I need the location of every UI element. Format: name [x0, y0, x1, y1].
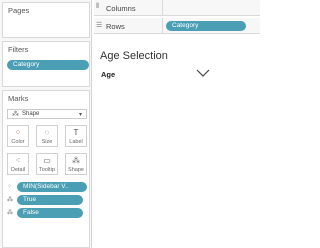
rows-icon: ☰ — [96, 22, 103, 29]
rows-pill-category[interactable]: Category — [166, 21, 246, 31]
detail-icon: ⁖ — [15, 156, 21, 165]
marks-tooltip-label: Tooltip — [39, 167, 55, 173]
shape-icon: ⁂ — [12, 111, 19, 118]
filters-card[interactable]: Filters Category — [2, 41, 90, 87]
mark-type-label: Shape — [22, 111, 40, 117]
shelf-divider — [162, 18, 163, 34]
view-title: Age Selection — [100, 50, 168, 62]
pages-card: Pages — [2, 2, 90, 38]
shape-icon: ⁂ — [72, 156, 80, 165]
shelf-divider — [162, 0, 163, 16]
encoding-pill-sidebar-value[interactable]: MIN(Sidebar V.. — [17, 182, 87, 192]
rows-shelf-label: Rows — [106, 22, 125, 31]
marks-detail-label: Detail — [10, 167, 26, 173]
marks-label-label: Label — [69, 139, 83, 145]
pages-card-title: Pages — [8, 6, 30, 15]
marks-tooltip-button[interactable]: ▭ Tooltip — [36, 153, 58, 175]
mark-type-dropdown[interactable]: ⁂ Shape ▾ — [7, 109, 87, 119]
filter-pill-category[interactable]: Category — [7, 60, 89, 70]
detail-icon: ⁘ — [7, 184, 13, 190]
size-icon: ◌ — [44, 128, 50, 137]
encoding-row: ⁂ False — [7, 208, 91, 218]
encoding-row: ⁘ MIN(Sidebar V.. — [7, 182, 91, 192]
tooltip-icon: ▭ — [43, 156, 51, 165]
marks-card: Marks ⁂ Shape ▾ ⁘ Color ◌ Size T Label ⁖… — [2, 90, 90, 248]
encoding-pill-false[interactable]: False — [17, 208, 83, 218]
columns-icon: ⦀ — [96, 3, 100, 10]
label-icon: T — [73, 128, 79, 137]
marks-detail-button[interactable]: ⁖ Detail — [7, 153, 29, 175]
chevron-down-icon: ▾ — [78, 112, 82, 118]
columns-shelf-label: Columns — [106, 4, 136, 13]
left-pane: Pages Filters Category Marks ⁂ Shape ▾ ⁘… — [0, 0, 92, 248]
color-dots-icon: ⁘ — [14, 128, 22, 137]
marks-shape-label: Shape — [68, 167, 84, 173]
shape-icon: ⁂ — [7, 197, 13, 203]
marks-size-label: Size — [41, 139, 53, 145]
chevron-down-icon[interactable] — [196, 68, 210, 78]
columns-shelf[interactable]: ⦀ Columns — [94, 0, 260, 16]
marks-label-button[interactable]: T Label — [65, 125, 87, 147]
marks-shape-button[interactable]: ⁂ Shape — [65, 153, 87, 175]
marks-card-title: Marks — [8, 94, 29, 103]
marks-color-label: Color — [11, 139, 25, 145]
encoding-row: ⁂ True — [7, 195, 91, 205]
encoding-pill-true[interactable]: True — [17, 195, 83, 205]
marks-color-button[interactable]: ⁘ Color — [7, 125, 29, 147]
filters-card-title: Filters — [8, 45, 29, 54]
shape-icon: ⁂ — [7, 210, 13, 216]
rows-shelf[interactable]: ☰ Rows Category — [94, 18, 260, 34]
row-header-age: Age — [101, 70, 116, 79]
marks-size-button[interactable]: ◌ Size — [36, 125, 58, 147]
